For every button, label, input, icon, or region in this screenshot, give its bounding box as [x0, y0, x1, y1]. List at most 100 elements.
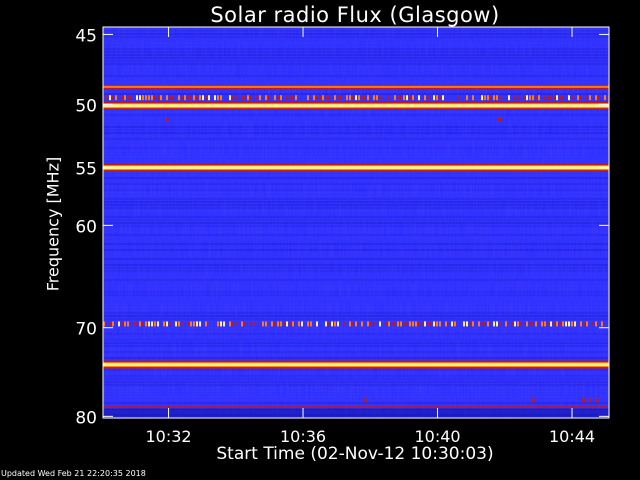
emission-spike [511, 322, 513, 326]
emission-spike [439, 321, 441, 327]
emission-spike [112, 321, 114, 327]
emission-spike [199, 95, 201, 101]
emission-spike [115, 95, 117, 101]
emission-spike [109, 322, 111, 326]
emission-spike [364, 96, 366, 100]
emission-spike [409, 321, 411, 327]
emission-spike [190, 321, 192, 327]
emission-spike [109, 95, 111, 101]
emission-spike [142, 95, 144, 101]
emission-spot [531, 398, 535, 403]
emission-spike [124, 321, 126, 327]
emission-spike [424, 321, 426, 327]
emission-spike [136, 322, 138, 326]
emission-spike [433, 321, 435, 327]
emission-spike [373, 95, 375, 101]
emission-spike [601, 321, 603, 327]
emission-spike [271, 321, 273, 327]
emission-spike [574, 321, 576, 327]
emission-band [103, 363, 609, 367]
emission-spike [244, 322, 246, 326]
emission-spike [397, 96, 399, 100]
emission-band [103, 166, 609, 170]
emission-spike [604, 95, 606, 101]
emission-spike [436, 95, 438, 101]
emission-spike [493, 321, 495, 327]
emission-spike [292, 321, 294, 327]
emission-spike [565, 321, 567, 327]
emission-spike [196, 321, 198, 327]
emission-spike [322, 95, 324, 101]
emission-spike [232, 96, 234, 100]
emission-spike [418, 322, 420, 326]
emission-spike [481, 322, 483, 326]
emission-spike [217, 95, 219, 101]
emission-spike [334, 95, 336, 101]
emission-spike [172, 96, 174, 100]
emission-spike [289, 96, 291, 100]
emission-spike [463, 321, 465, 327]
y-tick-label: 70 [75, 320, 97, 340]
emission-spike [370, 322, 372, 326]
emission-spike [178, 95, 180, 101]
emission-spike [328, 322, 330, 326]
emission-spike [550, 96, 552, 100]
emission-spike [127, 96, 129, 100]
emission-spike [418, 95, 420, 101]
emission-spike [337, 96, 339, 100]
emission-spike [121, 322, 123, 326]
emission-spike [427, 322, 429, 326]
emission-spike [139, 321, 141, 327]
emission-spike [580, 96, 582, 100]
emission-spike [445, 321, 447, 327]
emission-spike [550, 321, 552, 327]
emission-spike [220, 95, 222, 101]
emission-spike [556, 321, 558, 327]
emission-spike [493, 95, 495, 101]
emission-spike [202, 95, 204, 101]
emission-spike [184, 95, 186, 101]
y-tick-label: 55 [75, 160, 97, 180]
emission-spike [361, 321, 363, 327]
emission-spike [487, 321, 489, 327]
emission-spike [568, 321, 570, 327]
y-tick-label: 60 [75, 217, 97, 237]
emission-spike [481, 95, 483, 101]
emission-spike [280, 95, 282, 101]
emission-spike [472, 95, 474, 101]
emission-spike [532, 322, 534, 326]
emission-spike [400, 96, 402, 100]
emission-spike [301, 321, 303, 327]
emission-spike [295, 95, 297, 101]
emission-spike [556, 95, 558, 101]
emission-spike [325, 321, 327, 327]
emission-spike [373, 322, 375, 326]
emission-spike [259, 95, 261, 101]
emission-spike [526, 95, 528, 101]
emission-spike [544, 321, 546, 327]
emission-spike [592, 322, 594, 326]
updated-timestamp: Updated Wed Feb 21 22:20:35 2018 [1, 469, 146, 478]
emission-spike [376, 95, 378, 101]
emission-spike [472, 321, 474, 327]
emission-spike [454, 321, 456, 327]
emission-spike [385, 322, 387, 326]
emission-spike [319, 96, 321, 100]
emission-spike [499, 322, 501, 326]
emission-spike [169, 96, 171, 100]
emission-spike [529, 95, 531, 101]
emission-spike [415, 321, 417, 327]
emission-spike [142, 322, 144, 326]
emission-spike [394, 322, 396, 326]
emission-spike [538, 95, 540, 101]
emission-spike [397, 321, 399, 327]
emission-spike [526, 321, 528, 327]
emission-spike [265, 321, 267, 327]
emission-spot [595, 398, 599, 403]
emission-spike [586, 321, 588, 327]
y-tick-label: 80 [75, 408, 97, 428]
emission-spot [498, 118, 502, 123]
emission-spike [166, 321, 168, 327]
emission-spike [496, 321, 498, 327]
emission-spike [589, 95, 591, 101]
